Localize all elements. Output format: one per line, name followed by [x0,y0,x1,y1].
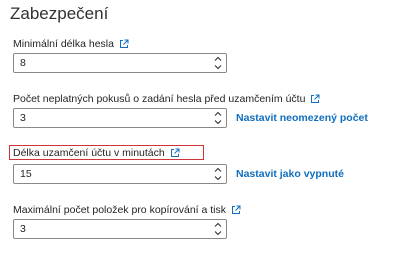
lockout-duration-label-text: Délka uzamčení účtu v minutách [13,147,165,159]
lockout-duration-input[interactable] [14,165,210,183]
failed-attempts-label: Počet neplatných pokusů o zadání hesla p… [13,93,320,105]
section-title: Zabezpečení [10,4,109,23]
external-link-icon[interactable] [310,94,320,104]
chevron-up-icon[interactable] [213,110,223,117]
chevron-down-icon[interactable] [213,119,223,126]
set-unlimited-link[interactable]: Nastavit neomezený počet [236,112,368,124]
set-disabled-link[interactable]: Nastavit jako vypnuté [236,168,344,180]
failed-attempts-spinbox[interactable] [13,108,227,128]
min-length-label-text: Minimální délka hesla [13,38,114,50]
chevron-down-icon[interactable] [213,230,223,237]
min-length-spinbox[interactable] [13,53,227,73]
max-copy-items-label: Maximální počet položek pro kopírování a… [13,204,241,216]
max-copy-items-label-text: Maximální počet položek pro kopírování a… [13,204,227,216]
external-link-icon[interactable] [119,39,129,49]
chevron-down-icon[interactable] [213,64,223,71]
min-length-label: Minimální délka hesla [13,38,129,50]
lockout-duration-spinbox[interactable] [13,164,227,184]
external-link-icon[interactable] [170,148,180,158]
min-length-input[interactable] [14,54,210,72]
max-copy-items-spinbox[interactable] [13,219,227,239]
failed-attempts-input[interactable] [14,109,210,127]
chevron-up-icon[interactable] [213,55,223,62]
failed-attempts-label-text: Počet neplatných pokusů o zadání hesla p… [13,93,306,105]
max-copy-items-input[interactable] [14,220,210,238]
lockout-duration-label: Délka uzamčení účtu v minutách [13,147,180,159]
chevron-down-icon[interactable] [213,175,223,182]
chevron-up-icon[interactable] [213,221,223,228]
chevron-up-icon[interactable] [213,166,223,173]
external-link-icon[interactable] [231,205,241,215]
